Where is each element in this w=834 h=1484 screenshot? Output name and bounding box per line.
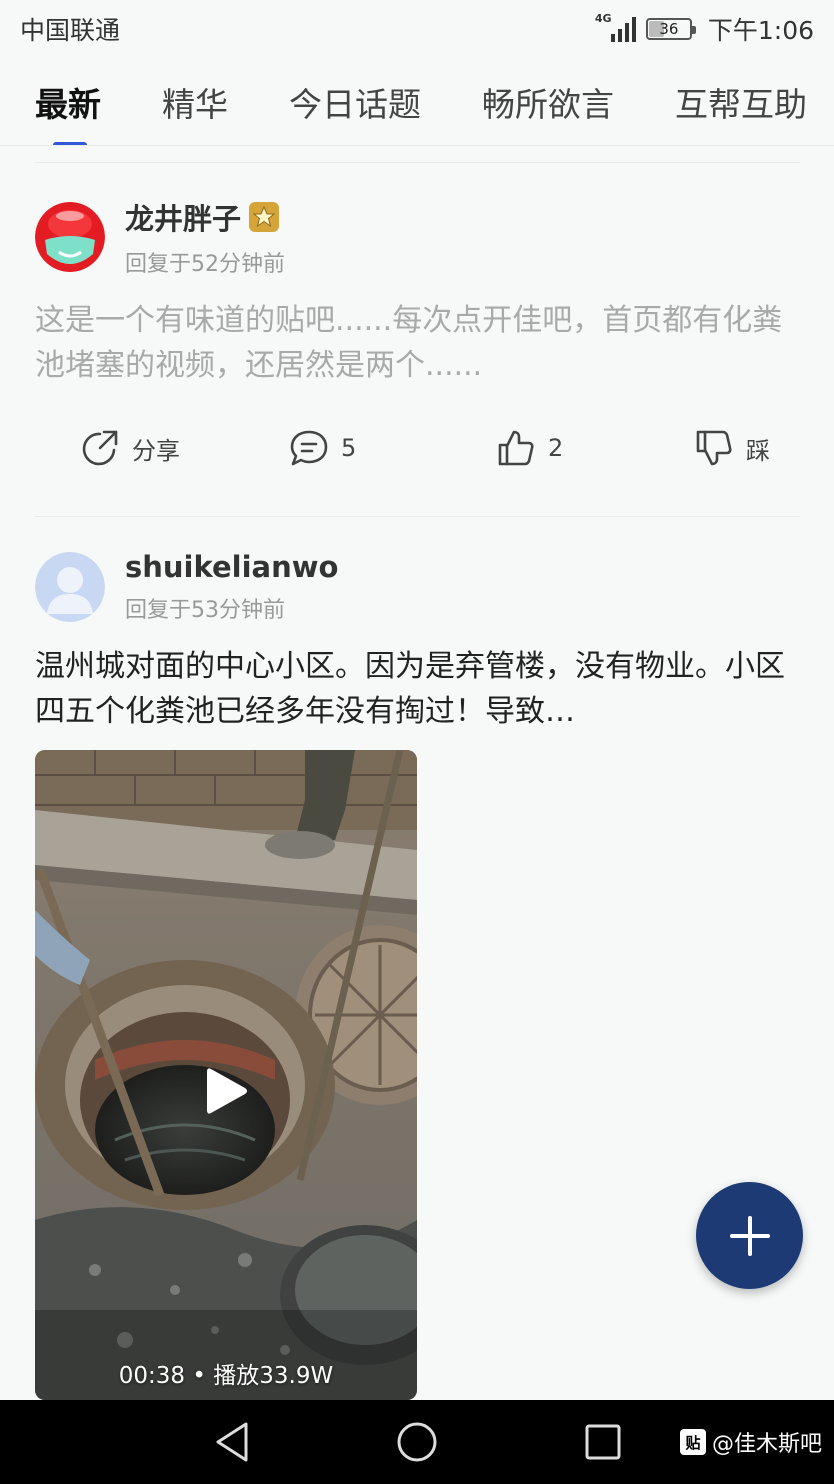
network-type: 4G (594, 12, 612, 25)
avatar[interactable] (35, 202, 105, 272)
clock: 下午1:06 (707, 16, 814, 45)
tab-label: 畅所欲言 (482, 84, 614, 124)
share-label: 分享 (132, 436, 180, 465)
share-button[interactable]: 分享 (80, 428, 180, 468)
status-indicators: 4G 36 下午1:06 (595, 11, 814, 47)
watermark-text: @佳木斯吧 (711, 1432, 822, 1457)
tab-today-topic[interactable]: 今日话题 (289, 78, 421, 126)
video-thumbnail[interactable]: 00:38 • 播放33.9W (35, 750, 417, 1400)
tab-featured[interactable]: 精华 (162, 78, 228, 126)
author-name[interactable]: 龙井胖子 (125, 196, 285, 238)
dislike-label: 踩 (746, 436, 770, 465)
avatar[interactable] (35, 552, 105, 622)
video-duration: 00:38 (118, 1363, 186, 1389)
thumbs-up-icon (498, 430, 534, 466)
tab-free-talk[interactable]: 畅所欲言 (482, 78, 614, 126)
author-row: 龙井胖子 回复于52分钟前 (35, 196, 800, 278)
comment-icon (290, 430, 328, 466)
status-bar: 中国联通 4G 36 下午1:06 (0, 0, 834, 58)
reply-time: 回复于52分钟前 (125, 252, 285, 277)
post-card[interactable]: shuikelianwo 回复于53分钟前 温州城对面的中心小区。因为是弃管楼，… (35, 550, 800, 734)
play-icon[interactable] (205, 1066, 249, 1116)
tab-bar: 最新 精华 今日话题 畅所欲言 互帮互助 (0, 58, 834, 146)
like-button[interactable]: 2 (496, 428, 563, 468)
tab-label: 最新 (35, 84, 101, 124)
signal-icon: 4G (595, 12, 636, 42)
tab-label: 精华 (162, 84, 228, 124)
divider (35, 162, 800, 163)
video-plays: 播放33.9W (213, 1363, 334, 1389)
separator: • (192, 1363, 206, 1389)
tab-label: 互帮互助 (675, 84, 807, 124)
carrier-label: 中国联通 (20, 16, 121, 45)
comment-button[interactable]: 5 (289, 428, 356, 468)
tab-label: 今日话题 (289, 84, 421, 124)
home-icon[interactable] (396, 1420, 438, 1464)
reply-time: 回复于53分钟前 (125, 598, 285, 623)
system-nav-bar: 贴 @佳木斯吧 (0, 1400, 834, 1484)
dislike-button[interactable]: 踩 (694, 428, 770, 468)
post-card[interactable]: 龙井胖子 回复于52分钟前 这是一个有味道的贴吧......每次点开佳吧，首页都… (35, 196, 800, 388)
watermark: 贴 @佳木斯吧 (679, 1426, 822, 1458)
battery-icon: 36 (645, 18, 696, 40)
level-badge-icon (249, 202, 280, 232)
like-count: 2 (548, 434, 564, 462)
tab-latest[interactable]: 最新 (35, 78, 101, 145)
battery-level: 36 (659, 20, 679, 38)
video-info: 00:38 • 播放33.9W (35, 1356, 417, 1390)
recent-apps-icon[interactable] (584, 1420, 622, 1464)
post-text[interactable]: 这是一个有味道的贴吧......每次点开佳吧，首页都有化粪池堵塞的视频，还居然是… (35, 298, 800, 388)
thumbs-down-icon (696, 430, 732, 466)
post-actions: 分享 5 2 踩 (35, 428, 800, 480)
back-icon[interactable] (212, 1420, 252, 1464)
divider (35, 516, 800, 517)
share-icon (82, 430, 118, 466)
tab-mutual-help[interactable]: 互帮互助 (675, 78, 807, 126)
author-row: shuikelianwo 回复于53分钟前 (35, 550, 800, 624)
tieba-logo-icon: 贴 (679, 1429, 706, 1455)
new-post-button[interactable] (696, 1182, 803, 1289)
comment-count: 5 (341, 434, 357, 462)
active-tab-indicator (53, 141, 87, 145)
author-name[interactable]: shuikelianwo (125, 550, 338, 584)
post-text[interactable]: 温州城对面的中心小区。因为是弃管楼，没有物业。小区四五个化粪池已经多年没有掏过！… (35, 644, 800, 734)
plus-icon (729, 1215, 770, 1256)
